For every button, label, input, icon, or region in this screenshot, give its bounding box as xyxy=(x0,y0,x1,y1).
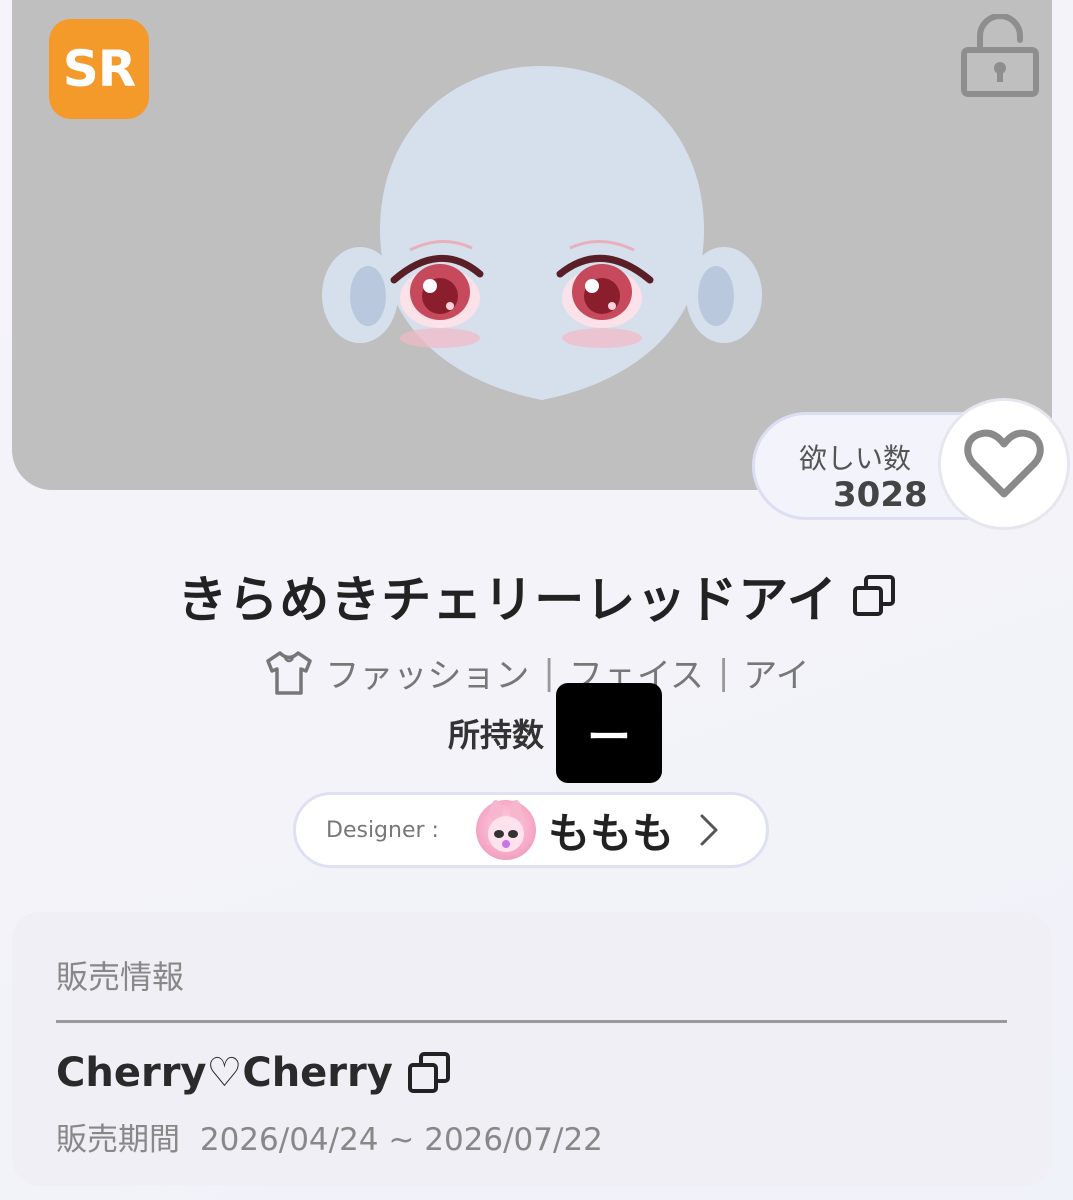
wishlist-widget: 欲しい数 3028 xyxy=(752,398,1070,530)
category-eye[interactable]: アイ xyxy=(743,648,809,697)
designer-button[interactable]: Designer : ももも xyxy=(293,792,769,868)
wishlist-label: 欲しい数 xyxy=(799,442,912,475)
owned-count-label: 所持数 xyxy=(448,716,545,754)
sale-period-row: 販売期間 2026/04/24 ~ 2026/07/22 xyxy=(56,1114,603,1159)
copy-icon[interactable] xyxy=(407,1051,451,1095)
item-title-row: きらめきチェリーレッドアイ xyxy=(0,560,1073,632)
sale-info-divider xyxy=(56,1020,1007,1023)
category-separator: | xyxy=(717,652,730,693)
avatar-image xyxy=(488,800,524,852)
owned-count-value: ー xyxy=(587,712,632,763)
sale-info-header: 販売情報 xyxy=(56,958,185,996)
copy-icon[interactable] xyxy=(852,574,896,618)
wishlist-count: 3028 xyxy=(833,475,928,515)
wishlist-heart-button[interactable] xyxy=(938,398,1070,530)
sale-info-card: 販売情報 Cherry♡Cherry 販売期間 2026/04/24 ~ 202… xyxy=(12,912,1052,1186)
designer-avatar xyxy=(476,800,536,860)
sale-period-label: 販売期間 xyxy=(56,1122,180,1158)
chevron-right-icon xyxy=(700,814,718,846)
sale-event-row: Cherry♡Cherry xyxy=(56,1050,451,1096)
designer-name: ももも xyxy=(548,808,675,858)
owned-count-box: ー xyxy=(556,683,663,783)
sale-period-value: 2026/04/24 ~ 2026/07/22 xyxy=(199,1122,603,1158)
item-title: きらめきチェリーレッドアイ xyxy=(177,571,838,629)
designer-label: Designer : xyxy=(326,817,439,843)
unlock-icon[interactable] xyxy=(960,14,1040,98)
owned-count-row: 所持数 ー xyxy=(448,683,663,783)
rarity-badge: SR xyxy=(49,19,149,119)
sale-event-name: Cherry♡Cherry xyxy=(56,1050,393,1096)
heart-icon xyxy=(964,429,1044,498)
shirt-icon xyxy=(266,650,313,695)
face-preview-image xyxy=(322,66,762,400)
